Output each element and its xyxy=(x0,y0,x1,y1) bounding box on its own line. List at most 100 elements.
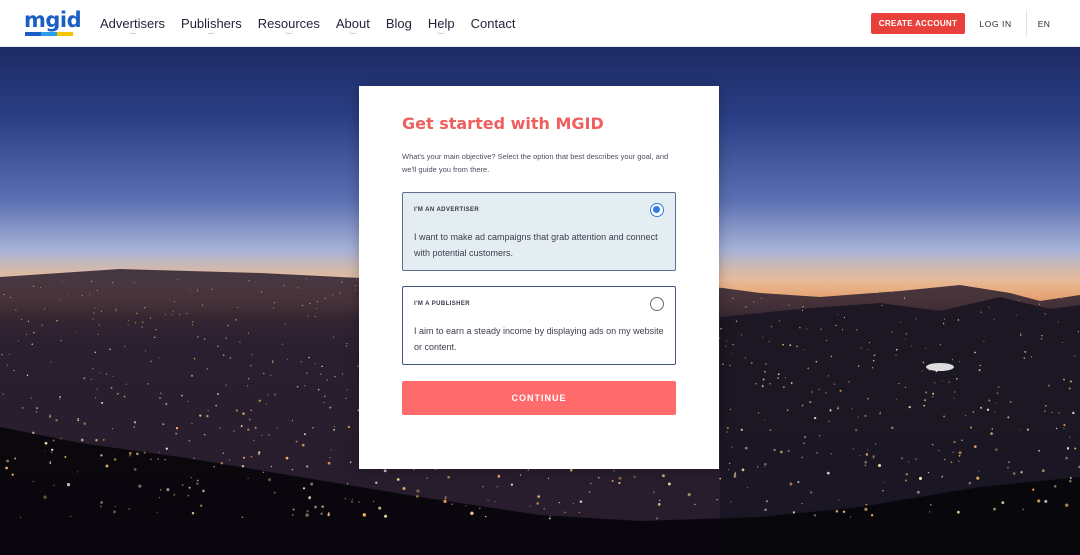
city-light-dot xyxy=(873,354,876,357)
city-light-dot xyxy=(190,477,192,479)
city-light-dot xyxy=(303,433,306,436)
city-light-dot xyxy=(765,363,767,365)
city-light-dot xyxy=(871,367,874,369)
nav-about[interactable]: About xyxy=(336,0,370,47)
city-light-dot xyxy=(345,397,347,400)
city-light-dot xyxy=(150,458,152,461)
city-light-dot xyxy=(323,401,325,404)
city-light-dot xyxy=(833,383,836,385)
city-light-dot xyxy=(308,356,310,359)
city-light-dot xyxy=(247,428,250,431)
city-light-dot xyxy=(225,337,227,339)
city-light-dot xyxy=(451,503,453,505)
city-light-dot xyxy=(94,351,96,353)
city-light-dot xyxy=(20,517,22,519)
radio-publisher[interactable] xyxy=(650,297,664,311)
nav-advertisers[interactable]: Advertisers xyxy=(100,0,165,47)
city-light-dot xyxy=(658,499,661,502)
city-light-dot xyxy=(265,403,268,405)
city-light-dot xyxy=(1074,447,1077,450)
city-light-dot xyxy=(731,353,733,355)
nav-help[interactable]: Help xyxy=(428,0,455,47)
city-light-dot xyxy=(891,331,893,333)
language-selector[interactable]: EN xyxy=(1034,13,1054,34)
city-light-dot xyxy=(1020,471,1023,474)
city-light-dot xyxy=(954,391,956,393)
city-light-dot xyxy=(925,347,927,350)
city-light-dot xyxy=(41,324,43,327)
chevron-down-icon xyxy=(437,31,446,34)
city-light-dot xyxy=(128,320,130,322)
city-light-dot xyxy=(990,432,993,435)
city-light-dot xyxy=(618,476,622,480)
nav-resources[interactable]: Resources xyxy=(258,0,320,47)
mgid-logo[interactable]: mgid xyxy=(24,9,82,37)
city-light-dot xyxy=(15,309,17,311)
city-light-dot xyxy=(346,483,349,485)
create-account-button[interactable]: CREATE ACCOUNT xyxy=(871,13,965,34)
city-light-dot xyxy=(1007,466,1009,469)
city-light-dot xyxy=(44,450,46,452)
city-light-dot xyxy=(306,278,307,280)
city-light-dot xyxy=(144,307,146,309)
city-light-dot xyxy=(1026,428,1030,431)
city-light-dot xyxy=(202,489,205,492)
nav-blog[interactable]: Blog xyxy=(386,0,412,47)
city-light-dot xyxy=(943,322,945,324)
city-light-dot xyxy=(968,481,972,485)
city-light-dot xyxy=(874,443,877,445)
city-light-dot xyxy=(334,426,336,428)
city-light-dot xyxy=(868,341,870,344)
city-light-dot xyxy=(316,301,318,303)
city-light-dot xyxy=(864,464,867,467)
city-light-dot xyxy=(222,452,225,455)
city-light-dot xyxy=(60,437,62,440)
city-light-dot xyxy=(273,491,276,494)
city-light-dot xyxy=(974,351,976,354)
city-light-dot xyxy=(98,324,101,326)
city-light-dot xyxy=(133,282,135,284)
city-light-dot xyxy=(347,425,351,429)
city-light-dot xyxy=(67,293,69,295)
nav-contact-label: Contact xyxy=(470,16,516,31)
city-light-dot xyxy=(978,470,980,472)
city-light-dot xyxy=(482,485,484,488)
city-light-dot xyxy=(300,361,302,363)
city-light-dot xyxy=(537,495,540,498)
city-light-dot xyxy=(876,292,878,294)
city-light-dot xyxy=(765,500,768,503)
city-light-dot xyxy=(112,282,114,284)
city-light-dot xyxy=(115,309,117,312)
city-light-dot xyxy=(158,496,161,499)
city-light-dot xyxy=(803,442,806,445)
city-light-dot xyxy=(307,315,309,317)
login-link[interactable]: LOG IN xyxy=(978,13,1013,34)
city-light-dot xyxy=(396,478,400,481)
city-light-dot xyxy=(283,284,285,286)
city-light-dot xyxy=(17,340,19,342)
city-light-dot xyxy=(843,316,845,318)
city-light-dot xyxy=(136,452,139,456)
city-light-dot xyxy=(324,297,326,299)
radio-advertiser[interactable] xyxy=(650,203,664,217)
city-light-dot xyxy=(915,318,917,320)
city-light-dot xyxy=(719,337,721,339)
city-light-dot xyxy=(859,454,861,457)
city-light-dot xyxy=(247,477,249,479)
city-light-dot xyxy=(1069,477,1072,479)
nav-publishers[interactable]: Publishers xyxy=(181,0,242,47)
city-light-dot xyxy=(127,324,129,326)
nav-contact[interactable]: Contact xyxy=(471,0,516,47)
option-publisher[interactable]: I'M A PUBLISHER I aim to earn a steady i… xyxy=(402,286,676,365)
city-light-dot xyxy=(270,465,273,468)
option-publisher-text: I aim to earn a steady income by display… xyxy=(414,326,664,352)
city-light-dot xyxy=(784,377,786,379)
city-light-dot xyxy=(44,441,48,445)
city-light-dot xyxy=(763,281,765,283)
city-light-dot xyxy=(746,486,749,488)
city-light-dot xyxy=(1018,299,1020,301)
city-light-dot xyxy=(383,469,387,473)
option-advertiser[interactable]: I'M AN ADVERTISER I want to make ad camp… xyxy=(402,192,676,271)
city-light-dot xyxy=(852,448,855,450)
continue-button[interactable]: CONTINUE xyxy=(402,381,676,415)
